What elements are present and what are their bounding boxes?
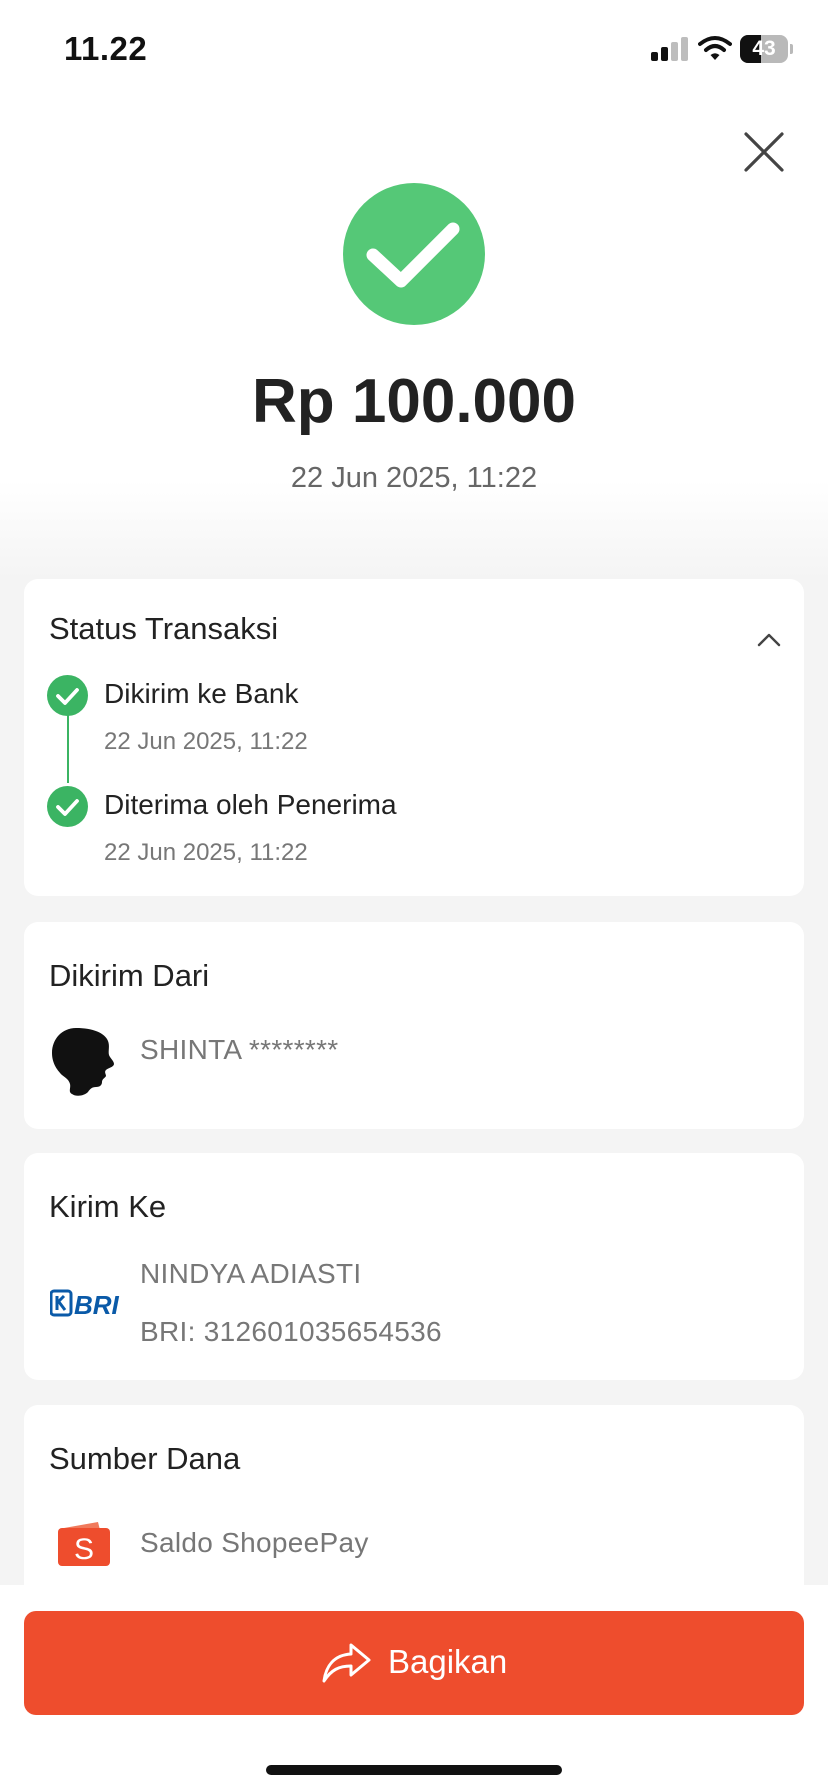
status-time: 11.22	[64, 30, 148, 67]
check-circle-icon	[343, 183, 485, 325]
step-time: 22 Jun 2025, 11:22	[104, 728, 308, 755]
dikirim-dari-card: Dikirim Dari SHINTA ********	[24, 922, 804, 1129]
step-label: Diterima oleh Penerima	[104, 789, 397, 820]
svg-text:S: S	[74, 1533, 94, 1566]
sender-name: SHINTA ********	[140, 1034, 339, 1065]
share-button[interactable]: Bagikan	[24, 1611, 804, 1715]
share-label: Bagikan	[388, 1643, 508, 1680]
close-icon[interactable]	[740, 128, 788, 176]
kirim-ke-card: Kirim Ke BRI NINDYA ADIASTI BRI: 3126010…	[24, 1153, 804, 1380]
card-title: Status Transaksi	[49, 611, 279, 646]
card-title: Dikirim Dari	[49, 958, 210, 993]
step-check-icon	[47, 786, 88, 827]
card-title: Sumber Dana	[49, 1441, 241, 1476]
step-time: 22 Jun 2025, 11:22	[104, 839, 308, 866]
funding-source: Saldo ShopeePay	[140, 1527, 369, 1558]
status-transaksi-card: Status Transaksi Dikirim ke Bank 22 Jun …	[24, 579, 804, 896]
shopeepay-wallet-icon: S	[58, 1522, 110, 1566]
status-bar: 11.22 43	[0, 0, 828, 100]
card-title: Kirim Ke	[49, 1189, 167, 1224]
sumber-dana-card: Sumber Dana S Saldo ShopeePay	[24, 1405, 804, 1605]
home-indicator	[266, 1765, 562, 1775]
bottom-bar: Bagikan	[0, 1585, 828, 1792]
step-check-icon	[47, 675, 88, 716]
transaction-timestamp: 22 Jun 2025, 11:22	[290, 462, 538, 494]
step-label: Dikirim ke Bank	[104, 678, 299, 709]
recipient-account: BRI: 312601035654536	[140, 1316, 442, 1347]
battery-icon: 43	[740, 35, 793, 63]
recipient-name: NINDYA ADIASTI	[140, 1258, 362, 1289]
chevron-up-icon[interactable]	[754, 625, 784, 655]
wifi-icon	[698, 36, 732, 60]
transaction-amount: Rp 100.000	[252, 367, 576, 436]
share-icon	[322, 1643, 371, 1683]
signal-icon	[651, 37, 688, 61]
bri-logo-text: BRI	[74, 1290, 120, 1318]
bri-logo-icon: BRI	[50, 1289, 120, 1318]
battery-level: 43	[752, 37, 776, 60]
avatar-icon	[52, 1028, 114, 1096]
